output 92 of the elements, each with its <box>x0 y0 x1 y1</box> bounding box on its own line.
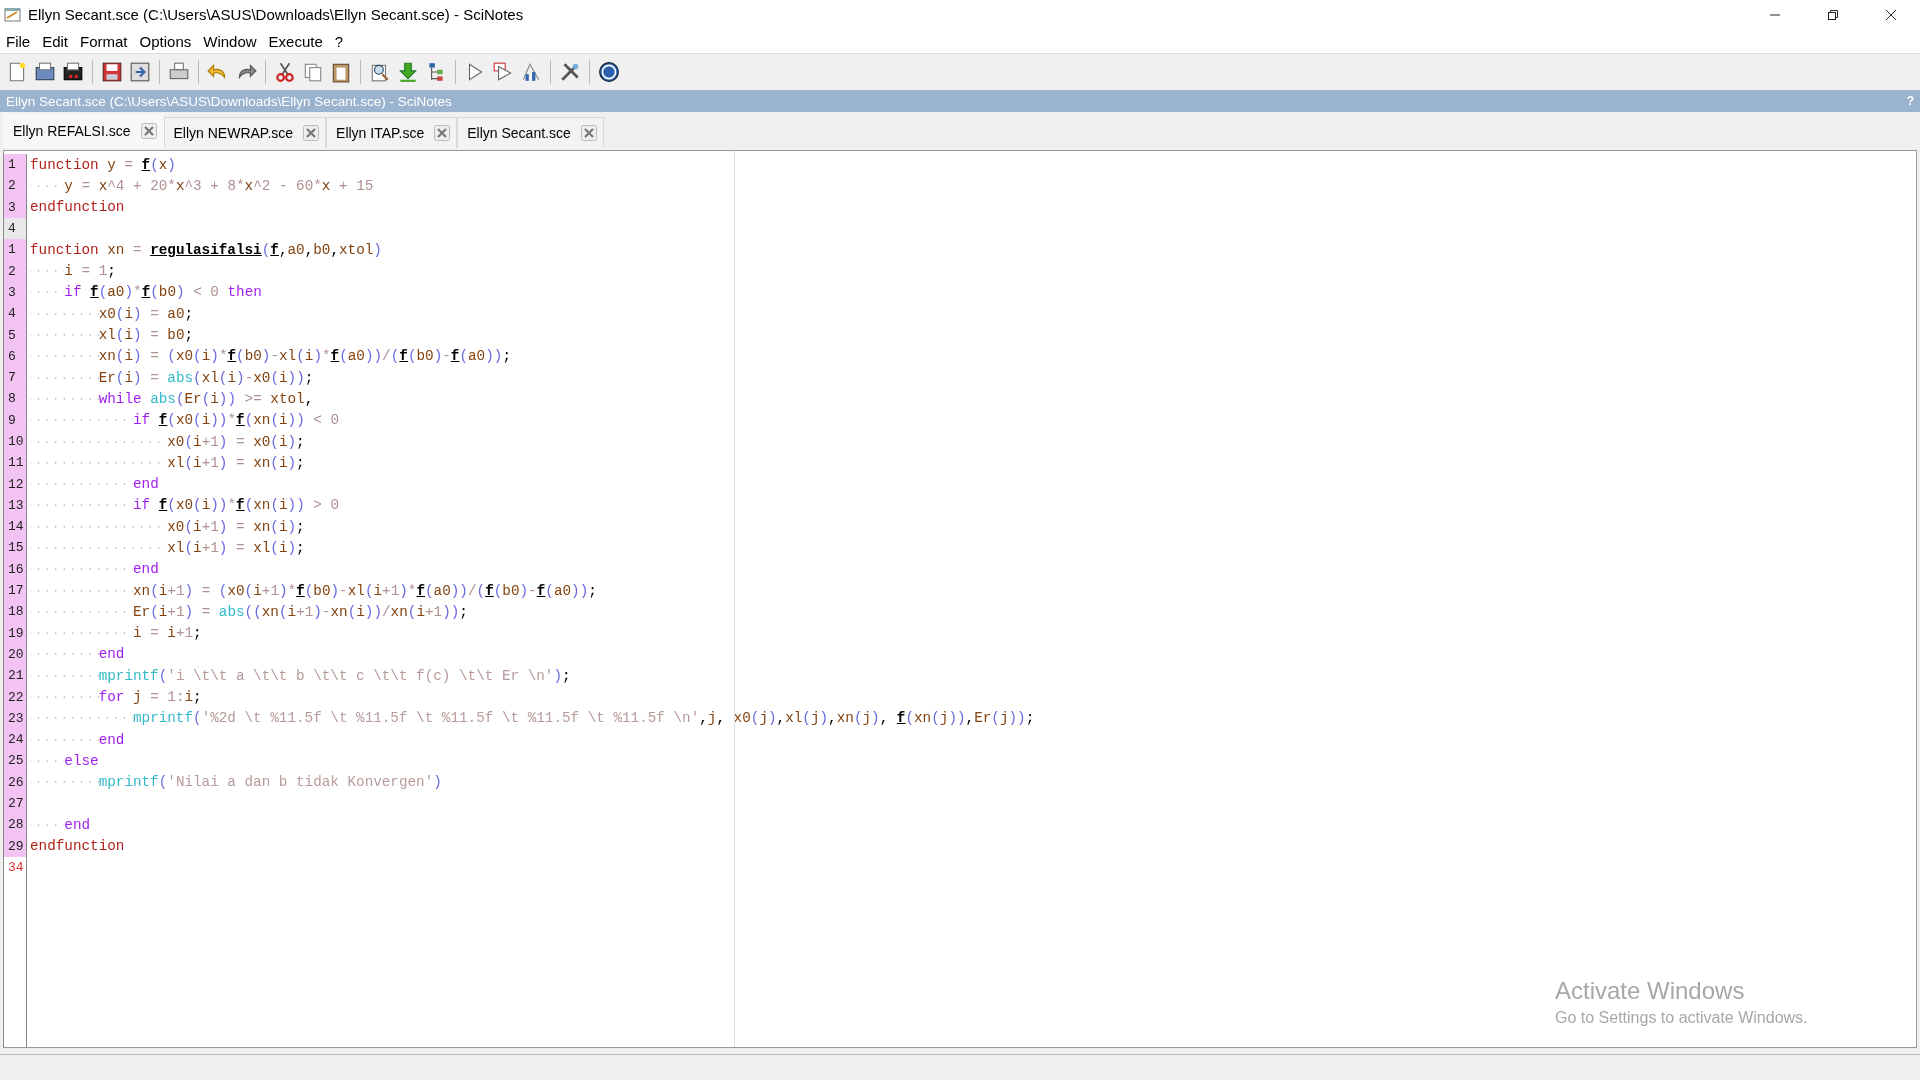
line-number: 22 <box>3 686 27 708</box>
line-number: 6 <box>3 345 27 367</box>
close-tab-icon[interactable] <box>580 125 597 141</box>
line-number: 23 <box>3 707 27 729</box>
file-tab[interactable]: Ellyn Secant.sce <box>457 117 604 148</box>
close-tab-icon[interactable] <box>434 125 451 141</box>
line-number: 3 <box>3 196 27 218</box>
file-tab[interactable]: Ellyn NEWRAP.sce <box>163 117 327 148</box>
code-line: xn(i+1) = (x0(i+1)*f(b0)-xl(i+1)*f(a0))/(f(b0)-f(a0)); <box>27 582 597 599</box>
line-number: 12 <box>3 473 27 495</box>
line-number: 34 <box>3 856 27 879</box>
line-number: 17 <box>3 579 27 602</box>
code-line: Er(i+1) = abs((xn(i+1)-xn(i))/xn(i+1)); <box>27 603 468 620</box>
line-number: 4 <box>3 303 27 325</box>
line-number: 26 <box>3 771 27 793</box>
help-icon[interactable] <box>598 61 620 83</box>
code-line: endfunction <box>29 199 125 216</box>
line-number: 5 <box>3 324 27 346</box>
code-line: mprintf('i \t\t a \t\t b \t\t c \t\t f(c) \t\t Er \n'); <box>27 667 571 684</box>
code-line: x0(i+1) = xn(i); <box>27 518 305 535</box>
chart-icon[interactable] <box>520 61 542 83</box>
save-as-icon[interactable] <box>129 61 151 83</box>
play-window-icon[interactable] <box>492 61 514 83</box>
line-number: 2 <box>3 175 27 197</box>
line-number: 9 <box>3 409 27 431</box>
code-line: while abs(Er(i)) >= xtol, <box>27 390 314 407</box>
code-line: if f(x0(i))*f(xn(i)) < 0 <box>27 412 340 429</box>
line-number: 18 <box>3 601 27 623</box>
open-file-icon[interactable] <box>34 61 56 83</box>
code-line: endfunction <box>29 838 125 855</box>
line-number: 15 <box>3 537 27 559</box>
app-icon <box>4 6 22 23</box>
line-number: 21 <box>3 665 27 687</box>
code-line: if f(x0(i))*f(xn(i)) > 0 <box>27 497 340 514</box>
activation-message: Go to Settings to activate Windows. <box>1555 1009 1808 1027</box>
menu-item[interactable]: Format <box>80 32 128 50</box>
line-number: 2 <box>3 260 27 282</box>
code-line: i = i+1; <box>27 625 202 642</box>
tools-icon[interactable] <box>559 61 581 83</box>
code-line: y = x^4 + 20*x^3 + 8*x^2 - 60*x + 15 <box>27 177 374 194</box>
code-line: if f(a0)*f(b0) < 0 then <box>27 284 262 301</box>
line-number: 24 <box>3 729 27 751</box>
code-line: i = 1; <box>27 263 116 280</box>
line-number: 25 <box>3 750 27 772</box>
code-line: xl(i) = b0; <box>27 327 194 343</box>
line-number: 29 <box>3 835 27 857</box>
close-tab-icon[interactable] <box>140 123 157 139</box>
line-number: 7 <box>3 366 27 389</box>
line-number: 10 <box>3 430 27 453</box>
copy-icon[interactable] <box>302 61 324 83</box>
code-line: xl(i+1) = xl(i); <box>27 540 305 556</box>
line-number: 19 <box>3 622 27 644</box>
cut-icon[interactable] <box>274 61 296 83</box>
line-number: 16 <box>3 558 27 580</box>
window-title: Ellyn Secant.sce (C:\Users\ASUS\Downloads\Ellyn Secant.sce) - SciNotes <box>28 6 524 23</box>
code-line: Er(i) = abs(xl(i)-x0(i)); <box>27 369 314 386</box>
code-line: mprintf('Nilai a dan b tidak Konvergen') <box>27 774 442 791</box>
line-number: 1 <box>3 239 27 261</box>
menu-item[interactable]: Window <box>203 32 257 50</box>
code-line: x0(i) = a0; <box>27 305 194 322</box>
menu-item[interactable]: File <box>6 32 31 50</box>
line-number: 11 <box>3 452 27 474</box>
line-number: 27 <box>3 792 27 815</box>
line-number: 8 <box>3 388 27 410</box>
line-number: 13 <box>3 494 27 517</box>
menu-item[interactable]: Edit <box>42 32 69 50</box>
line-number: 28 <box>3 814 27 836</box>
code-line: x0(i+1) = x0(i); <box>27 433 305 450</box>
save-icon[interactable] <box>101 61 123 83</box>
line-number: 14 <box>3 516 27 538</box>
code-line: for j = 1:i; <box>27 689 202 706</box>
line-number: 20 <box>3 643 27 666</box>
file-tab[interactable]: Ellyn REFALSI.sce <box>3 113 164 148</box>
code-line: xn(i) = (x0(i)*f(b0)-xl(i)*f(a0))/(f(b0)-f(a0)); <box>27 348 511 365</box>
code-line: function y = f(x) <box>29 156 176 173</box>
line-number: 3 <box>3 281 27 304</box>
code-line: else <box>27 752 99 769</box>
file-tab[interactable]: Ellyn ITAP.sce <box>326 117 458 148</box>
document-path: Ellyn Secant.sce (C:\Users\ASUS\Downloads\Ellyn Secant.sce) - SciNotes <box>6 93 452 109</box>
download-icon[interactable] <box>397 61 419 83</box>
paste-icon[interactable] <box>330 61 352 83</box>
code-line: xl(i+1) = xn(i); <box>27 454 305 471</box>
menu-item[interactable]: Options <box>139 32 192 50</box>
code-line: mprintf('%2d \t %11.5f \t %11.5f \t %11.5f \t %11.5f \t %11.5f \n',j, x0(j),xl(j),xn(j), f(xn(j)),Er(j)); <box>27 710 1035 727</box>
open-file-icon[interactable] <box>62 61 84 83</box>
code-line: function xn = regulasifalsi(f,a0,b0,xtol) <box>29 241 382 258</box>
line-number: 1 <box>3 154 27 176</box>
menu-item[interactable]: Execute <box>268 32 323 50</box>
menu-item[interactable]: ? <box>334 32 344 50</box>
close-tab-icon[interactable] <box>303 125 320 141</box>
activation-title: Activate Windows <box>1555 977 1746 1005</box>
line-number: 4 <box>3 217 27 240</box>
